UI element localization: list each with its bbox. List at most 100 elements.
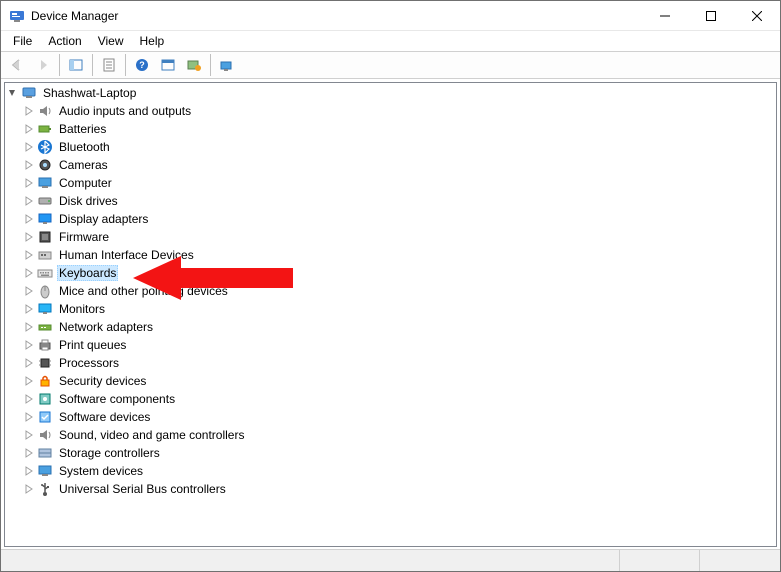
back-button[interactable] <box>5 53 29 77</box>
svg-text:?: ? <box>139 60 145 70</box>
help-button[interactable]: ? <box>130 53 154 77</box>
tree-item-label: Computer <box>57 176 114 190</box>
tree-item[interactable]: Disk drives <box>5 192 776 210</box>
tree-item-label: Storage controllers <box>57 446 162 460</box>
tree-item[interactable]: Keyboards <box>5 264 776 282</box>
tree-item[interactable]: Processors <box>5 354 776 372</box>
tree-item-label: Software devices <box>57 410 152 424</box>
storage-icon <box>37 445 53 461</box>
expander-icon[interactable] <box>21 229 37 245</box>
statusbar <box>1 549 780 571</box>
mouse-icon <box>37 283 53 299</box>
update-driver-button[interactable] <box>156 53 180 77</box>
tree-item-label: Software components <box>57 392 177 406</box>
show-hide-tree-button[interactable] <box>64 53 88 77</box>
expander-icon[interactable] <box>21 103 37 119</box>
tree-item[interactable]: Network adapters <box>5 318 776 336</box>
tree-item-label: Network adapters <box>57 320 155 334</box>
sound-icon <box>37 427 53 443</box>
expander-icon[interactable] <box>21 301 37 317</box>
tree-item[interactable]: Display adapters <box>5 210 776 228</box>
forward-button[interactable] <box>31 53 55 77</box>
toolbar-separator <box>59 54 60 76</box>
tree-item[interactable]: Audio inputs and outputs <box>5 102 776 120</box>
tree-item[interactable]: Print queues <box>5 336 776 354</box>
tree-item[interactable]: Batteries <box>5 120 776 138</box>
properties-button[interactable] <box>97 53 121 77</box>
tree-item-label: Keyboards <box>57 265 118 281</box>
expander-icon[interactable] <box>21 373 37 389</box>
menu-view[interactable]: View <box>90 32 132 50</box>
computer-icon <box>37 175 53 191</box>
tree-item-label: Audio inputs and outputs <box>57 104 193 118</box>
tree-item-label: Mice and other pointing devices <box>57 284 230 298</box>
display-icon <box>37 211 53 227</box>
status-segment <box>620 550 700 571</box>
battery-icon <box>37 121 53 137</box>
tree-item[interactable]: Monitors <box>5 300 776 318</box>
network-icon <box>37 319 53 335</box>
tree-item[interactable]: Cameras <box>5 156 776 174</box>
expander-icon[interactable] <box>21 247 37 263</box>
menu-file[interactable]: File <box>5 32 40 50</box>
tree-item[interactable]: Software devices <box>5 408 776 426</box>
toolbar-separator <box>210 54 211 76</box>
expander-icon[interactable] <box>21 175 37 191</box>
expander-icon[interactable] <box>21 409 37 425</box>
expander-icon[interactable] <box>21 139 37 155</box>
tree-item[interactable]: Security devices <box>5 372 776 390</box>
maximize-button[interactable] <box>688 1 734 30</box>
expander-icon[interactable] <box>21 463 37 479</box>
tree-item-label: Bluetooth <box>57 140 112 154</box>
tree-item[interactable]: Computer <box>5 174 776 192</box>
tree-item[interactable]: Software components <box>5 390 776 408</box>
expander-icon[interactable] <box>21 211 37 227</box>
tree-item[interactable]: Firmware <box>5 228 776 246</box>
softdev-icon <box>37 409 53 425</box>
tree-item-label: Processors <box>57 356 121 370</box>
tree-root[interactable]: Shashwat-Laptop <box>5 84 776 102</box>
tree-item[interactable]: Storage controllers <box>5 444 776 462</box>
expander-icon[interactable] <box>5 85 21 101</box>
device-tree[interactable]: Shashwat-Laptop Audio inputs and outputs… <box>4 82 777 547</box>
menu-help[interactable]: Help <box>132 32 173 50</box>
camera-icon <box>37 157 53 173</box>
tree-item[interactable]: Sound, video and game controllers <box>5 426 776 444</box>
expander-icon[interactable] <box>21 391 37 407</box>
cpu-icon <box>37 355 53 371</box>
expander-icon[interactable] <box>21 481 37 497</box>
tree-item-label: Universal Serial Bus controllers <box>57 482 228 496</box>
tree-item-label: Monitors <box>57 302 107 316</box>
bluetooth-icon <box>37 139 53 155</box>
expander-icon[interactable] <box>21 355 37 371</box>
tree-item[interactable]: Mice and other pointing devices <box>5 282 776 300</box>
expander-icon[interactable] <box>21 427 37 443</box>
disk-icon <box>37 193 53 209</box>
tree-item[interactable]: Universal Serial Bus controllers <box>5 480 776 498</box>
uninstall-button[interactable] <box>182 53 206 77</box>
menubar: File Action View Help <box>1 31 780 51</box>
expander-icon[interactable] <box>21 445 37 461</box>
expander-icon[interactable] <box>21 121 37 137</box>
tree-item[interactable]: Human Interface Devices <box>5 246 776 264</box>
expander-icon[interactable] <box>21 157 37 173</box>
app-icon <box>9 8 25 24</box>
expander-icon[interactable] <box>21 319 37 335</box>
expander-icon[interactable] <box>21 337 37 353</box>
expander-icon[interactable] <box>21 283 37 299</box>
tree-item-label: Sound, video and game controllers <box>57 428 246 442</box>
expander-icon[interactable] <box>21 193 37 209</box>
audio-icon <box>37 103 53 119</box>
window-title: Device Manager <box>31 9 642 23</box>
keyboard-icon <box>37 265 53 281</box>
minimize-button[interactable] <box>642 1 688 30</box>
tree-item-label: Print queues <box>57 338 128 352</box>
tree-item-label: Batteries <box>57 122 108 136</box>
scan-hardware-button[interactable] <box>215 53 239 77</box>
tree-item[interactable]: System devices <box>5 462 776 480</box>
tree-item[interactable]: Bluetooth <box>5 138 776 156</box>
expander-icon[interactable] <box>21 265 37 281</box>
tree-item-label: System devices <box>57 464 145 478</box>
menu-action[interactable]: Action <box>40 32 89 50</box>
close-button[interactable] <box>734 1 780 30</box>
